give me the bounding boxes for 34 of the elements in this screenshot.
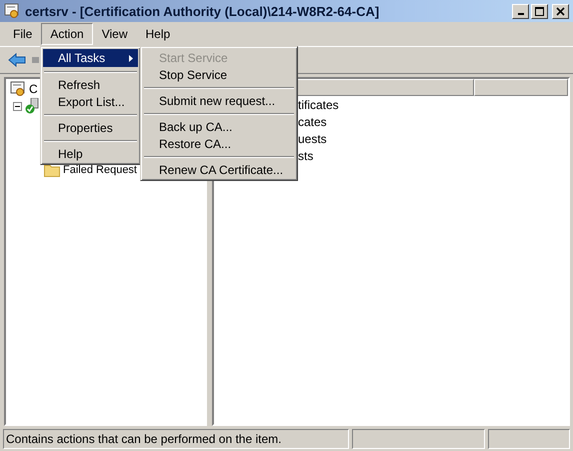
back-arrow-icon[interactable]	[8, 52, 26, 68]
status-text: Contains actions that can be performed on the item.	[3, 429, 349, 449]
menu-item[interactable]: Help	[43, 145, 138, 162]
folder-icon	[44, 163, 60, 177]
minimize-button[interactable]	[512, 4, 529, 18]
menu-item[interactable]: File	[4, 23, 42, 45]
menu-item[interactable]: Stop Service	[143, 66, 295, 83]
close-button[interactable]	[552, 4, 569, 18]
tree-item[interactable]: Failed Request	[63, 164, 137, 176]
menu-item[interactable]: Refresh	[43, 76, 138, 93]
menu-item[interactable]: View	[92, 23, 136, 45]
menu-item[interactable]: Export List...	[43, 93, 138, 110]
minimize-icon	[518, 13, 524, 15]
menu-item[interactable]: Action	[41, 23, 93, 45]
list-item[interactable]: sts	[298, 148, 314, 162]
menu-item[interactable]: All Tasks	[43, 49, 138, 67]
certificate-icon	[4, 3, 20, 19]
column-header[interactable]	[474, 79, 568, 96]
menu-item[interactable]: Restore CA...	[143, 135, 295, 152]
collapse-icon[interactable]	[13, 102, 22, 110]
list-item[interactable]: cates	[298, 114, 327, 128]
tree-item[interactable]: C	[29, 82, 38, 96]
menu-item[interactable]: Back up CA...	[143, 118, 295, 135]
list-item[interactable]: tificates	[298, 98, 339, 112]
menu-item[interactable]: Properties	[43, 119, 138, 136]
list-item[interactable]: uests	[298, 132, 327, 146]
menu-item[interactable]: Renew CA Certificate...	[143, 161, 295, 178]
maximize-icon	[535, 6, 544, 16]
menu-item[interactable]: Help	[136, 23, 180, 45]
menu-item[interactable]: Submit new request...	[143, 92, 295, 109]
maximize-button[interactable]	[531, 4, 548, 18]
certificate-icon	[10, 81, 26, 97]
window-title: certsrv - [Certification Authority (Local)\214-W8R2-64-CA]	[25, 4, 380, 18]
close-icon	[556, 6, 565, 16]
